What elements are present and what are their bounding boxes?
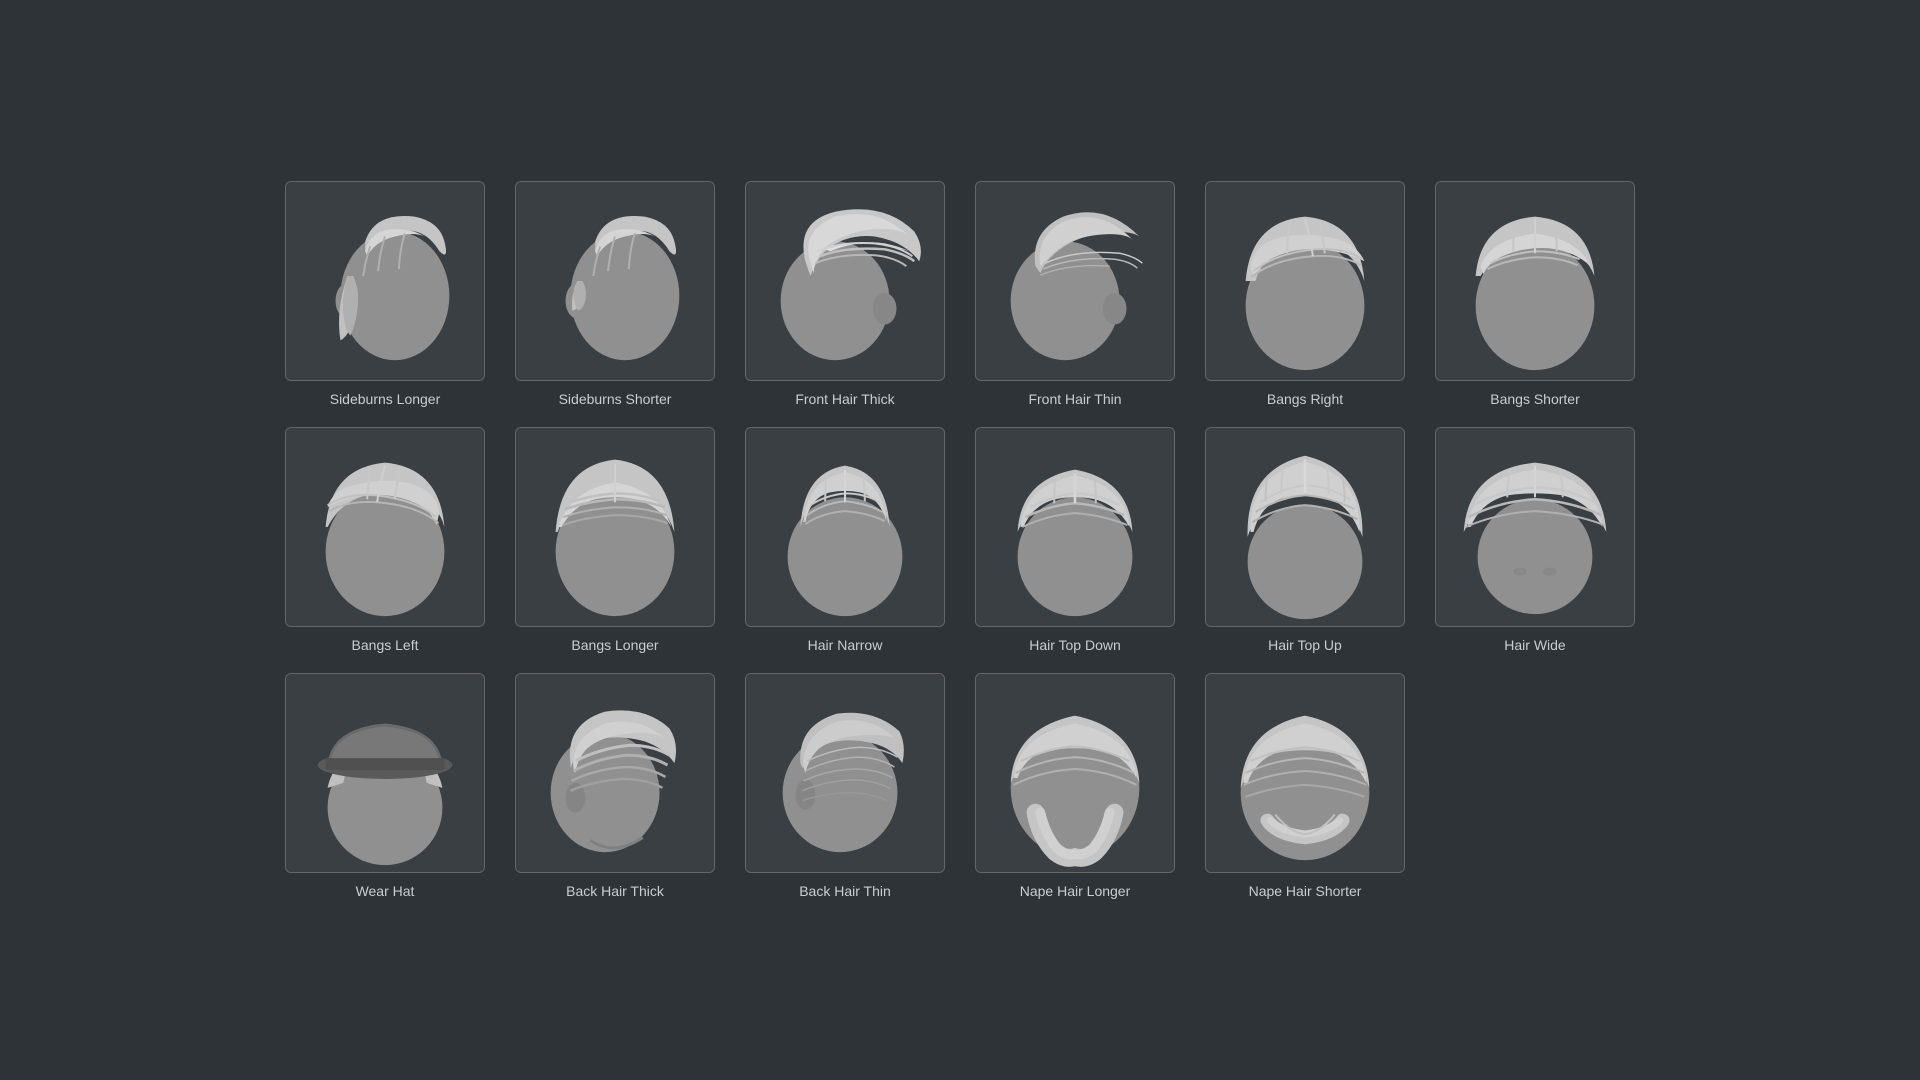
item-bangs-left[interactable]: Bangs Left <box>285 427 485 653</box>
item-hair-narrow[interactable]: Hair Narrow <box>745 427 945 653</box>
item-bangs-longer[interactable]: Bangs Longer <box>515 427 715 653</box>
item-bangs-shorter[interactable]: Bangs Shorter <box>1435 181 1635 407</box>
label-sideburns-shorter: Sideburns Shorter <box>559 391 672 407</box>
label-bangs-longer: Bangs Longer <box>571 637 658 653</box>
label-hair-wide: Hair Wide <box>1504 637 1565 653</box>
label-bangs-right: Bangs Right <box>1267 391 1343 407</box>
item-box-hair-narrow <box>745 427 945 627</box>
label-front-hair-thin: Front Hair Thin <box>1028 391 1121 407</box>
item-nape-hair-shorter[interactable]: Nape Hair Shorter <box>1205 673 1405 899</box>
item-bangs-right[interactable]: Bangs Right <box>1205 181 1405 407</box>
item-wear-hat[interactable]: Wear Hat <box>285 673 485 899</box>
label-back-hair-thick: Back Hair Thick <box>566 883 664 899</box>
item-back-hair-thick[interactable]: Back Hair Thick <box>515 673 715 899</box>
label-hair-narrow: Hair Narrow <box>808 637 883 653</box>
item-hair-top-down[interactable]: Hair Top Down <box>975 427 1175 653</box>
item-nape-hair-longer[interactable]: Nape Hair Longer <box>975 673 1175 899</box>
item-box-nape-hair-shorter <box>1205 673 1405 873</box>
item-box-hair-top-up <box>1205 427 1405 627</box>
item-front-hair-thin[interactable]: Front Hair Thin <box>975 181 1175 407</box>
item-hair-top-up[interactable]: Hair Top Up <box>1205 427 1405 653</box>
label-hair-top-down: Hair Top Down <box>1029 637 1121 653</box>
label-bangs-shorter: Bangs Shorter <box>1490 391 1580 407</box>
item-box-wear-hat <box>285 673 485 873</box>
item-box-front-hair-thick <box>745 181 945 381</box>
label-hair-top-up: Hair Top Up <box>1268 637 1342 653</box>
label-back-hair-thin: Back Hair Thin <box>799 883 891 899</box>
item-box-hair-top-down <box>975 427 1175 627</box>
item-box-nape-hair-longer <box>975 673 1175 873</box>
item-box-bangs-longer <box>515 427 715 627</box>
item-box-hair-wide <box>1435 427 1635 627</box>
item-box-bangs-right <box>1205 181 1405 381</box>
label-front-hair-thick: Front Hair Thick <box>795 391 894 407</box>
item-box-sideburns-shorter <box>515 181 715 381</box>
item-back-hair-thin[interactable]: Back Hair Thin <box>745 673 945 899</box>
item-hair-wide[interactable]: Hair Wide <box>1435 427 1635 653</box>
item-box-back-hair-thin <box>745 673 945 873</box>
label-bangs-left: Bangs Left <box>352 637 419 653</box>
item-box-back-hair-thick <box>515 673 715 873</box>
item-front-hair-thick[interactable]: Front Hair Thick <box>745 181 945 407</box>
label-sideburns-longer: Sideburns Longer <box>330 391 441 407</box>
item-box-sideburns-longer <box>285 181 485 381</box>
item-box-bangs-left <box>285 427 485 627</box>
item-sideburns-shorter[interactable]: Sideburns Shorter <box>515 181 715 407</box>
label-nape-hair-shorter: Nape Hair Shorter <box>1249 883 1362 899</box>
hair-morph-grid: Sideburns Longer Sideburns Shorter <box>245 141 1675 939</box>
item-box-front-hair-thin <box>975 181 1175 381</box>
label-nape-hair-longer: Nape Hair Longer <box>1020 883 1131 899</box>
label-wear-hat: Wear Hat <box>356 883 415 899</box>
item-sideburns-longer[interactable]: Sideburns Longer <box>285 181 485 407</box>
item-box-bangs-shorter <box>1435 181 1635 381</box>
